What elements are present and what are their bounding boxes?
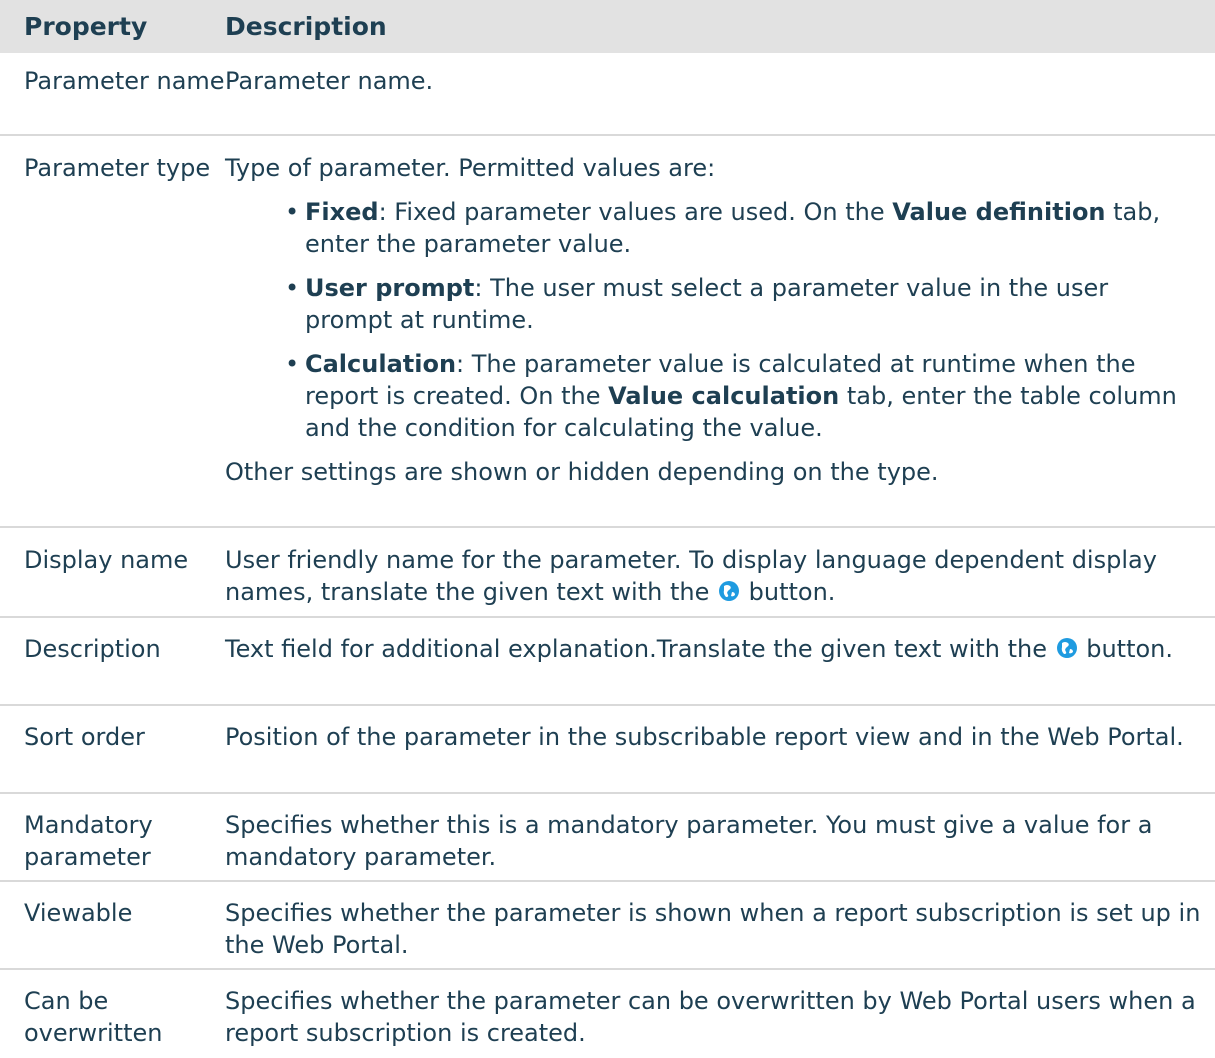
text-segment: button. [1078, 635, 1174, 663]
table-row: Sort order Position of the parameter in … [0, 706, 1215, 794]
bullet-icon: • [285, 198, 300, 226]
property-cell: Parameter type [24, 154, 211, 182]
table-row: Viewable Specifies whether the parameter… [0, 882, 1215, 970]
text-segment: button. [741, 578, 836, 606]
description-text: Parameter name. [225, 67, 434, 95]
bullet-icon: • [285, 274, 300, 302]
table-row: Parameter name Parameter name. [0, 53, 1215, 136]
header-description: Description [225, 12, 387, 41]
table-header: Property Description [0, 0, 1215, 53]
description-text: Specifies whether this is a mandatory pa… [225, 811, 1153, 871]
description-text: Specifies whether the parameter is shown… [225, 899, 1201, 959]
term: Fixed [305, 198, 379, 226]
text-segment: User friendly name for the parameter. To… [225, 546, 1157, 606]
property-cell: Mandatory parameter [24, 811, 153, 871]
bullet-icon: • [285, 350, 300, 378]
description-outro: Other settings are shown or hidden depen… [225, 458, 939, 486]
description-cell: User friendly name for the parameter. To… [225, 544, 1215, 616]
property-cell: Display name [24, 546, 189, 574]
description-cell: Specifies whether the parameter can be o… [225, 985, 1215, 1058]
table-row: Display name User friendly name for the … [0, 528, 1215, 618]
description-intro: Type of parameter. Permitted values are: [225, 154, 716, 182]
property-cell: Description [24, 635, 161, 663]
table-row: Description Text field for additional ex… [0, 618, 1215, 706]
property-cell: Sort order [24, 723, 145, 751]
text-segment: Text field for additional explanation.Tr… [225, 635, 1055, 663]
term: User prompt [305, 274, 475, 302]
description-text: Position of the parameter in the subscri… [225, 723, 1184, 751]
description-text: Text field for additional explanation.Tr… [225, 633, 1201, 665]
description-text: User friendly name for the parameter. To… [225, 544, 1201, 608]
term: Calculation [305, 350, 457, 378]
table-row: Mandatory parameter Specifies whether th… [0, 794, 1215, 882]
list-item: • Fixed: Fixed parameter values are used.… [225, 196, 1201, 260]
description-cell: Specifies whether this is a mandatory pa… [225, 809, 1215, 880]
property-cell: Can be overwritten [24, 987, 163, 1047]
description-cell: Specifies whether the parameter is shown… [225, 897, 1215, 968]
description-cell: Position of the parameter in the subscri… [225, 721, 1215, 792]
list-item: • User prompt: The user must select a par… [225, 272, 1201, 336]
description-cell: Parameter name. [225, 65, 1215, 134]
item-text: : Fixed parameter values are used. On th… [378, 198, 893, 226]
property-cell: Parameter name [24, 67, 225, 95]
table-row: Parameter type Type of parameter. Permit… [0, 136, 1215, 528]
description-cell: Type of parameter. Permitted values are:… [225, 152, 1215, 526]
property-cell: Viewable [24, 899, 133, 927]
properties-table: Property Description Parameter name Para… [0, 0, 1215, 1058]
tab-name: Value calculation [608, 382, 840, 410]
type-list: • Fixed: Fixed parameter values are used.… [225, 196, 1201, 444]
description-cell: Text field for additional explanation.Tr… [225, 633, 1215, 704]
description-text: Specifies whether the parameter can be o… [225, 987, 1196, 1047]
table-row: Can be overwritten Specifies whether the… [0, 970, 1215, 1058]
header-property: Property [24, 12, 148, 41]
globe-icon [718, 578, 740, 601]
list-item: • Calculation: The parameter value is cal… [225, 348, 1201, 444]
tab-name: Value definition [892, 198, 1106, 226]
globe-icon [1056, 635, 1078, 658]
